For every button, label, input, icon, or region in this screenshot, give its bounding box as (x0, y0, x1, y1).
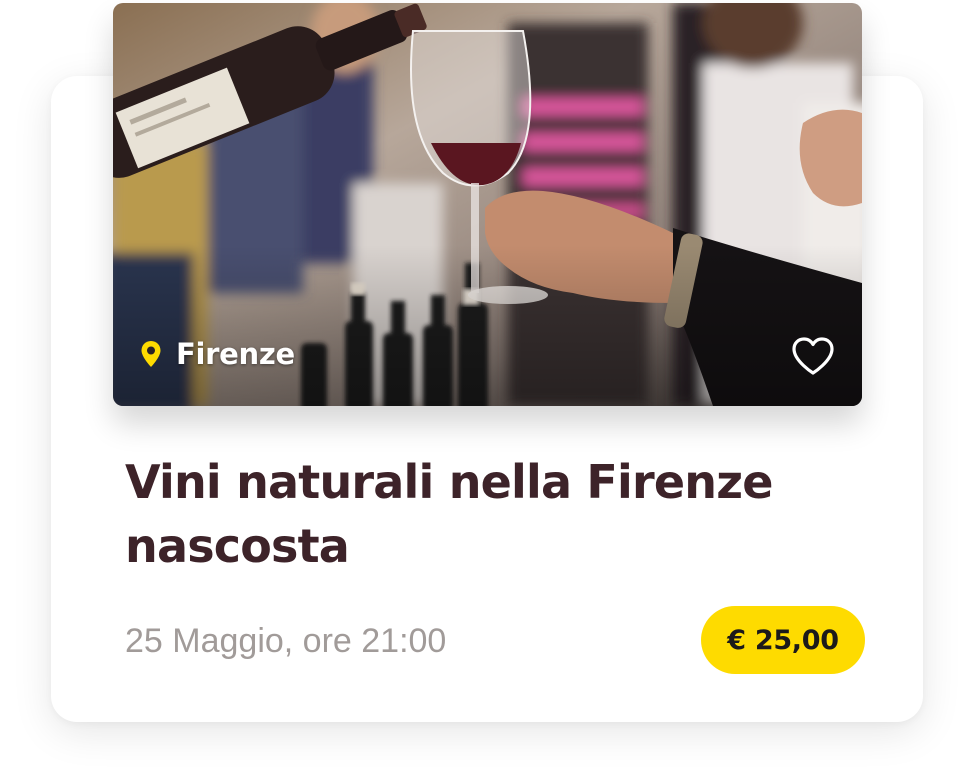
event-date: 25 Maggio, ore 21:00 (125, 622, 447, 660)
favorite-button[interactable] (791, 336, 835, 376)
map-pin-icon (141, 341, 161, 367)
price-badge: € 25,00 (701, 606, 865, 674)
heart-icon (792, 337, 834, 375)
event-card-stage: Firenze Vini naturali nella Firenze nasc… (0, 0, 975, 780)
event-photo[interactable]: Firenze (113, 3, 862, 406)
event-title[interactable]: Vini naturali nella Firenze nascosta (125, 450, 845, 578)
location-city: Firenze (176, 337, 295, 371)
location-label: Firenze (140, 337, 295, 371)
